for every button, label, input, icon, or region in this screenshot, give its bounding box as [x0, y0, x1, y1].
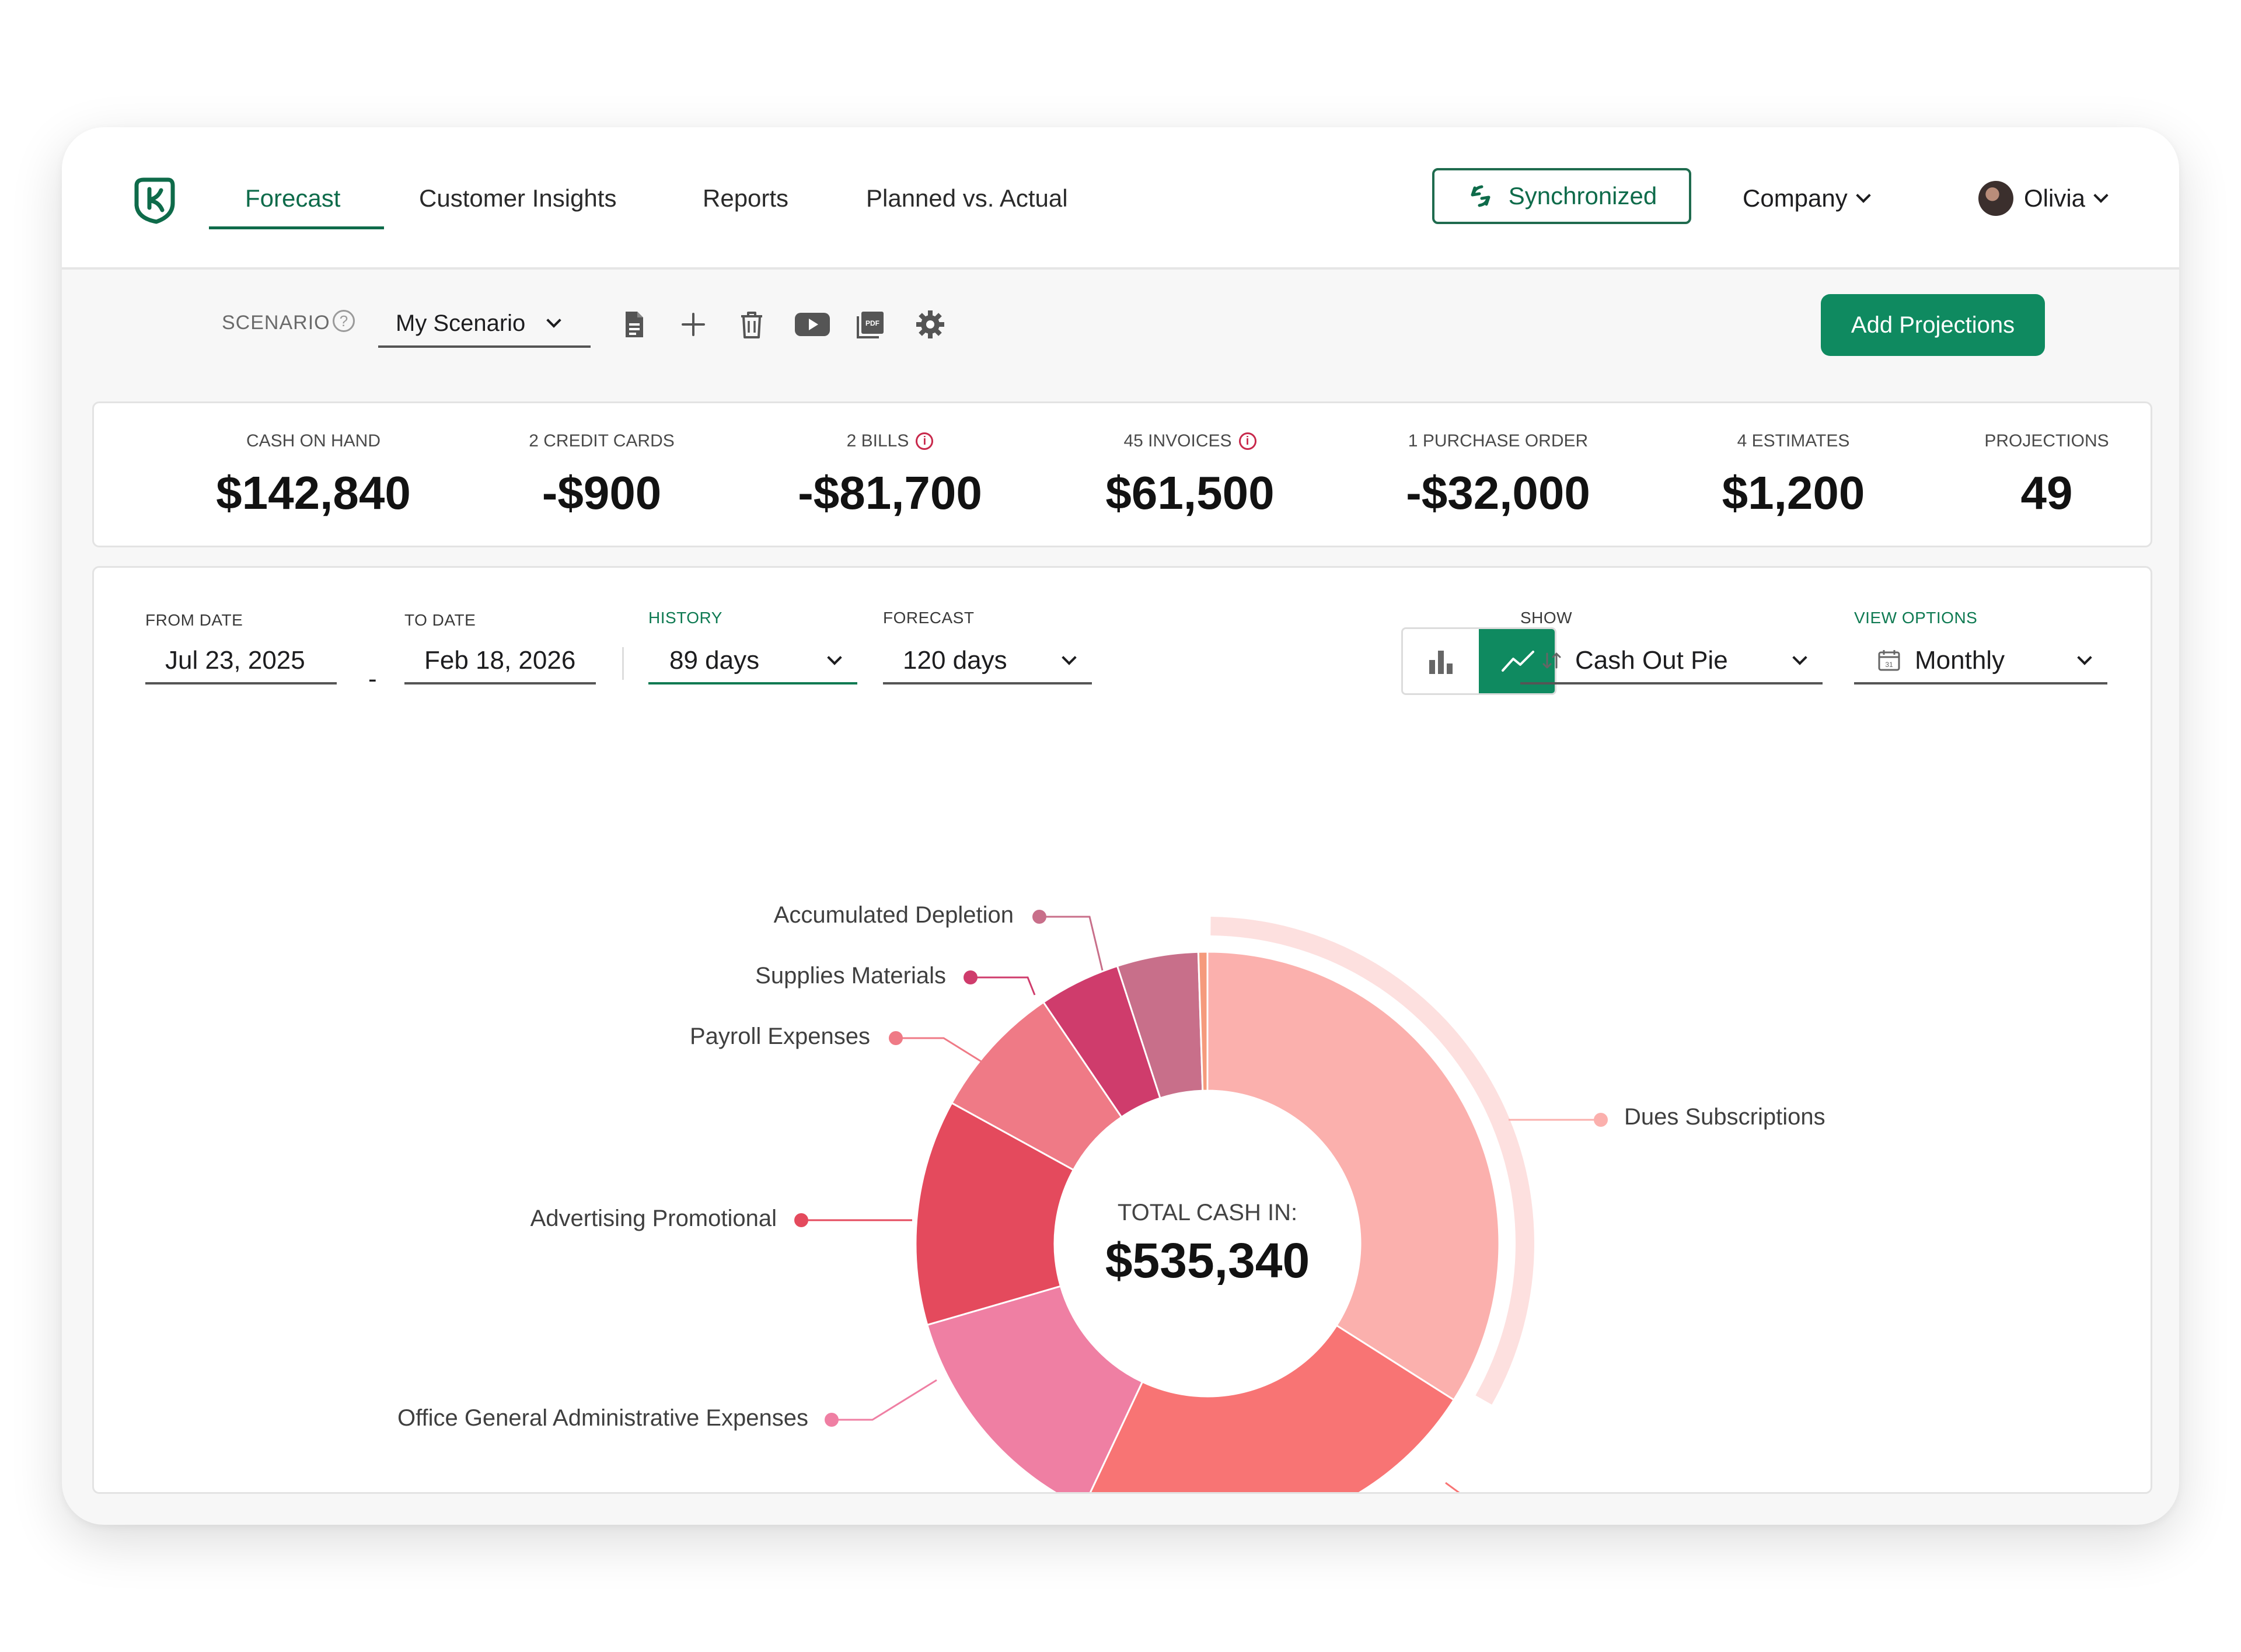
synchronized-label: Synchronized: [1508, 182, 1657, 209]
gear-icon[interactable]: [915, 309, 945, 340]
total-label: TOTAL CASH IN:: [1118, 1200, 1297, 1225]
stat-label: 4 ESTIMATES: [1737, 431, 1850, 450]
app-window: Forecast Customer Insights Reports Plann…: [62, 127, 2179, 1525]
stat-value: $142,840: [216, 467, 411, 519]
stat-value: -$81,700: [798, 467, 982, 519]
cash-out-pie-chart: Dues SubscriptionsLoan RepaymentsOffice …: [397, 902, 1825, 1492]
sync-icon: [1471, 185, 1490, 207]
legend-dot: [1032, 910, 1046, 924]
stat-value: $61,500: [1105, 467, 1275, 519]
youtube-icon[interactable]: [794, 309, 831, 340]
stat-cash-on-hand[interactable]: CASH ON HAND $142,840: [167, 403, 459, 549]
stat-value: $1,200: [1722, 467, 1865, 519]
pie-slice-dues-subscriptions[interactable]: [1206, 951, 1500, 1401]
legend-dot: [889, 1031, 903, 1045]
legend-dot: [794, 1213, 808, 1227]
stat-credit-cards[interactable]: 2 CREDIT CARDS -$900: [456, 403, 748, 549]
synchronized-button[interactable]: Synchronized: [1432, 168, 1691, 224]
slice-label: Dues Subscriptions: [1624, 1104, 1825, 1130]
stat-invoices[interactable]: 45 INVOICES i $61,500: [1044, 403, 1336, 549]
total-value: $535,340: [1105, 1233, 1310, 1288]
leader-line: [1445, 1482, 1460, 1492]
slice-label: Payroll Expenses: [690, 1024, 870, 1049]
stat-label: 1 PURCHASE ORDER: [1408, 431, 1589, 450]
summary-stats: CASH ON HAND $142,840 2 CREDIT CARDS -$9…: [92, 401, 2152, 547]
pdf-icon[interactable]: PDF: [856, 309, 886, 340]
slice-label: Advertising Promotional: [530, 1206, 777, 1231]
stat-projections[interactable]: PROJECTIONS 49: [1901, 403, 2179, 549]
trash-icon[interactable]: [736, 309, 767, 340]
scenario-label: SCENARIO: [222, 312, 330, 334]
top-navigation-bar: Forecast Customer Insights Reports Plann…: [62, 127, 2179, 270]
slice-label: Office General Administrative Expenses: [397, 1405, 808, 1431]
warning-info-icon[interactable]: i: [1238, 432, 1256, 450]
stat-purchase-order[interactable]: 1 PURCHASE ORDER -$32,000: [1352, 403, 1644, 549]
stat-bills[interactable]: 2 BILLS i -$81,700: [744, 403, 1036, 549]
leader-line: [832, 1379, 937, 1421]
tab-customer-insights[interactable]: Customer Insights: [419, 181, 616, 216]
leader-line: [971, 976, 1036, 996]
stat-label: CASH ON HAND: [246, 431, 381, 450]
chevron-down-icon: [546, 313, 562, 328]
slice-label: Supplies Materials: [755, 963, 946, 989]
legend-dot: [825, 1413, 839, 1427]
scenario-select[interactable]: My Scenario: [378, 301, 591, 348]
stat-value: -$900: [542, 467, 662, 519]
tab-forecast[interactable]: Forecast: [245, 181, 340, 216]
stat-label: 45 INVOICES: [1123, 431, 1232, 450]
user-menu[interactable]: Olivia: [1978, 181, 2109, 216]
plus-icon[interactable]: [678, 309, 708, 340]
chevron-down-icon: [2093, 188, 2109, 203]
stat-label: 2 CREDIT CARDS: [529, 431, 675, 450]
stat-label: PROJECTIONS: [1984, 431, 2109, 450]
tab-reports[interactable]: Reports: [703, 181, 788, 216]
stat-label: 2 BILLS: [846, 431, 909, 450]
svg-text:PDF: PDF: [865, 319, 879, 327]
document-icon[interactable]: [619, 309, 649, 340]
active-tab-indicator: [209, 226, 384, 229]
legend-dot: [964, 970, 978, 984]
legend-dot: [1594, 1113, 1608, 1127]
stat-value: 49: [2020, 467, 2073, 519]
leader-line: [1039, 916, 1104, 971]
chart-panel: FROM DATE Jul 23, 2025 - TO DATE Feb 18,…: [92, 566, 2152, 1494]
company-label: Company: [1743, 184, 1848, 212]
chevron-down-icon: [1856, 188, 1871, 203]
avatar: [1978, 181, 2013, 216]
add-projections-button[interactable]: Add Projections: [1821, 294, 2045, 356]
company-dropdown[interactable]: Company: [1743, 181, 1871, 216]
help-icon[interactable]: ?: [333, 310, 355, 332]
slice-label: Accumulated Depletion: [774, 902, 1014, 928]
app-logo-icon[interactable]: [126, 173, 179, 225]
stat-estimates[interactable]: 4 ESTIMATES $1,200: [1647, 403, 1939, 549]
scenario-value: My Scenario: [396, 310, 526, 336]
tab-planned-vs-actual[interactable]: Planned vs. Actual: [866, 181, 1068, 216]
user-name: Olivia: [2024, 184, 2086, 212]
warning-info-icon[interactable]: i: [916, 432, 934, 450]
stat-value: -$32,000: [1406, 467, 1590, 519]
